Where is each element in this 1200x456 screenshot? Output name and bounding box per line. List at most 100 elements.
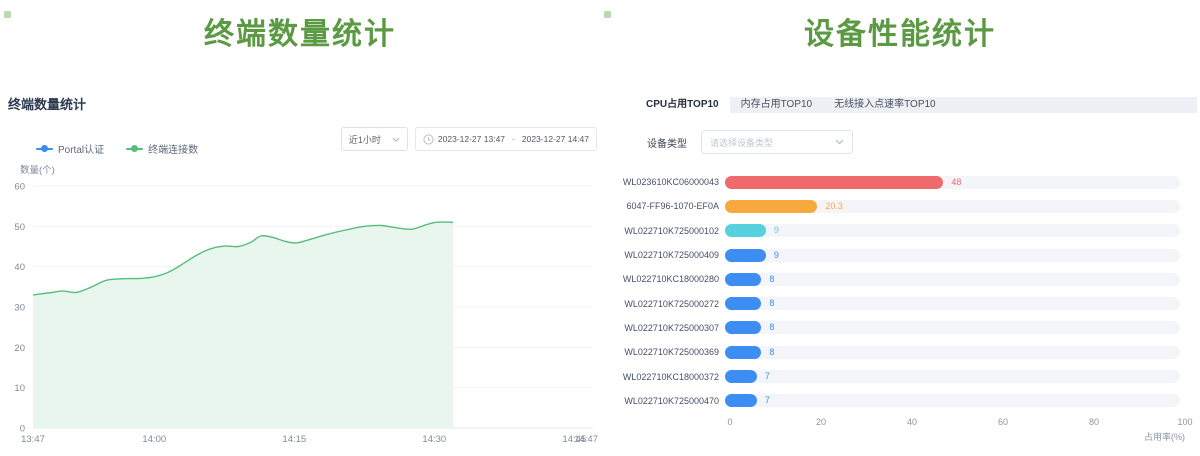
date-range-picker[interactable]: 2023-12-27 13:47 - 2023-12-27 14:47 — [415, 127, 597, 151]
bar-value-label: 8 — [769, 273, 774, 286]
x-axis-tick: 0 — [727, 417, 732, 427]
svg-text:40: 40 — [14, 262, 25, 273]
chevron-down-icon — [392, 137, 400, 142]
bar-row: WL023610KC06000043 48 — [600, 170, 1200, 194]
bar-category-label: WL022710KC18000372 — [600, 372, 725, 382]
x-axis-tick: 60 — [998, 417, 1008, 427]
bar-category-label: 6047-FF96-1070-EF0A — [600, 201, 725, 211]
svg-text:50: 50 — [14, 222, 25, 233]
bar-row: WL022710K725000272 8 — [600, 291, 1200, 315]
bar-track: 9 — [725, 224, 1180, 237]
svg-text:10: 10 — [14, 383, 25, 394]
device-type-row: 设备类型 请选择设备类型 — [647, 130, 853, 154]
bar-value-label: 9 — [774, 224, 779, 237]
legend-item[interactable]: 终端连接数 — [126, 141, 198, 156]
bar-fill[interactable] — [725, 176, 943, 189]
bar-fill[interactable] — [725, 394, 757, 407]
svg-text:20: 20 — [14, 343, 25, 354]
bar-track: 20.3 — [725, 200, 1180, 213]
bar-fill[interactable] — [725, 297, 761, 310]
bar-rows: WL023610KC06000043 48 6047-FF96-1070-EF0A 2… — [600, 170, 1200, 413]
terminal-stats-section-title: 终端数量统计 — [8, 94, 86, 113]
device-performance-panel: 设备性能统计 CPU占用TOP10内存占用TOP10无线接入点速率TOP10 设… — [600, 0, 1200, 456]
legend-marker-icon — [126, 145, 143, 152]
svg-text:0: 0 — [20, 424, 25, 435]
bar-value-label: 48 — [951, 176, 961, 189]
bar-row: WL022710K725000409 9 — [600, 243, 1200, 267]
bar-fill[interactable] — [725, 321, 761, 334]
chart-legend: Portal认证 终端连接数 — [36, 141, 198, 156]
bar-value-label: 8 — [769, 321, 774, 334]
bar-value-label: 8 — [769, 346, 774, 359]
legend-label: Portal认证 — [58, 141, 104, 156]
bar-value-label: 7 — [765, 394, 770, 407]
svg-text:14:00: 14:00 — [142, 434, 166, 445]
bar-track: 7 — [725, 370, 1180, 383]
terminal-stats-panel: 终端数量统计 终端数量统计 近1小时 2023-12-27 13:47 - 20… — [0, 0, 600, 456]
x-axis-tick: 40 — [907, 417, 917, 427]
device-type-label: 设备类型 — [647, 135, 687, 150]
bar-row: WL022710K725000369 8 — [600, 340, 1200, 364]
svg-text:30: 30 — [14, 303, 25, 314]
bar-category-label: WL022710K725000307 — [600, 323, 725, 333]
bar-track: 8 — [725, 273, 1180, 286]
svg-text:14:15: 14:15 — [282, 434, 306, 445]
x-axis-tick: 80 — [1089, 417, 1099, 427]
svg-text:60: 60 — [14, 182, 25, 193]
bar-row: 6047-FF96-1070-EF0A 20.3 — [600, 194, 1200, 218]
chevron-down-icon — [835, 139, 844, 145]
date-range-end: 2023-12-27 14:47 — [522, 134, 589, 144]
tab-bar: CPU占用TOP10内存占用TOP10无线接入点速率TOP10 — [635, 97, 1197, 113]
bar-category-label: WL022710K725000470 — [600, 396, 725, 406]
time-controls: 近1小时 2023-12-27 13:47 - 2023-12-27 14:47 — [341, 127, 597, 151]
bar-value-label: 8 — [769, 297, 774, 310]
legend-label: 终端连接数 — [148, 141, 198, 156]
bar-fill[interactable] — [725, 273, 761, 286]
device-type-placeholder: 请选择设备类型 — [710, 136, 773, 149]
bar-category-label: WL022710KC18000280 — [600, 274, 725, 284]
bar-category-label: WL022710K725000102 — [600, 226, 725, 236]
svg-text:14:30: 14:30 — [422, 434, 446, 445]
bar-row: WL022710K725000102 9 — [600, 219, 1200, 243]
legend-marker-icon — [36, 145, 53, 152]
bar-fill[interactable] — [725, 370, 757, 383]
bar-row: WL022710KC18000280 8 — [600, 267, 1200, 291]
date-range-separator: - — [512, 134, 515, 144]
tab-3[interactable]: 无线接入点速率TOP10 — [823, 97, 947, 113]
bar-row: WL022710K725000470 7 — [600, 389, 1200, 413]
device-performance-title: 设备性能统计 — [600, 9, 1200, 53]
svg-text:13:47: 13:47 — [21, 434, 45, 445]
bar-track: 8 — [725, 321, 1180, 334]
x-axis-tick: 20 — [816, 417, 826, 427]
bar-row: WL022710KC18000372 7 — [600, 364, 1200, 388]
bar-track: 7 — [725, 394, 1180, 407]
bar-value-label: 20.3 — [825, 200, 843, 213]
bar-fill[interactable] — [725, 249, 766, 262]
bar-fill[interactable] — [725, 224, 766, 237]
time-range-select[interactable]: 近1小时 — [341, 127, 408, 151]
bar-track: 9 — [725, 249, 1180, 262]
bar-fill[interactable] — [725, 200, 817, 213]
dashboard-page: 终端数量统计 终端数量统计 近1小时 2023-12-27 13:47 - 20… — [0, 0, 1200, 456]
bar-category-label: WL023610KC06000043 — [600, 177, 725, 187]
x-axis-tick: 100 — [1177, 417, 1192, 427]
bar-fill[interactable] — [725, 346, 761, 359]
bar-row: WL022710K725000307 8 — [600, 316, 1200, 340]
bar-category-label: WL022710K725000369 — [600, 347, 725, 357]
terminal-stats-title: 终端数量统计 — [0, 9, 600, 53]
legend-item[interactable]: Portal认证 — [36, 141, 104, 156]
svg-text:数量(个): 数量(个) — [20, 164, 55, 176]
tab-1[interactable]: CPU占用TOP10 — [635, 97, 730, 113]
bar-category-label: WL022710K725000409 — [600, 250, 725, 260]
clock-icon — [423, 134, 434, 145]
bar-category-label: WL022710K725000272 — [600, 299, 725, 309]
bar-value-label: 9 — [774, 249, 779, 262]
line-chart: 0102030405060数量(个)13:4714:0014:1514:3014… — [0, 160, 600, 456]
bar-track: 8 — [725, 297, 1180, 310]
bar-value-label: 7 — [765, 370, 770, 383]
tab-2[interactable]: 内存占用TOP10 — [730, 97, 824, 113]
device-type-select[interactable]: 请选择设备类型 — [701, 130, 853, 154]
bar-x-axis: 020406080100 — [730, 417, 1185, 429]
bar-track: 48 — [725, 176, 1180, 189]
date-range-start: 2023-12-27 13:47 — [438, 134, 505, 144]
